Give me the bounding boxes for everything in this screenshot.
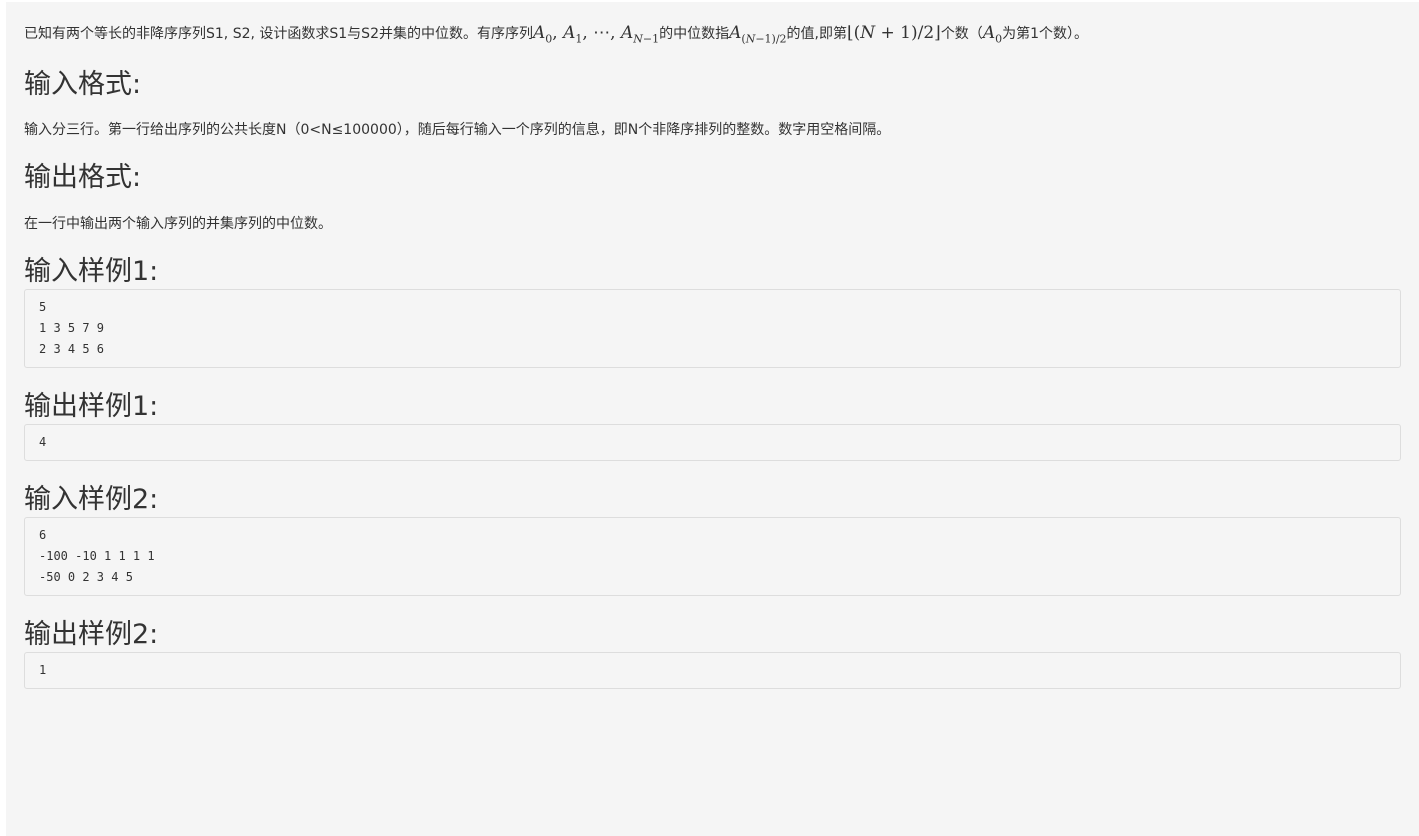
problem-page: 已知有两个等长的非降序序列S1, S2, 设计函数求S1与S2并集的中位数。有序… <box>6 2 1419 836</box>
median-formula: A(N−1)/2 <box>729 23 787 46</box>
output-format-text: 在一行中输出两个输入序列的并集序列的中位数。 <box>24 216 332 233</box>
input-format-heading: 输入格式: <box>24 69 142 101</box>
intro-text-mid2: 的值,即第 <box>786 26 847 42</box>
input-format-text: 输入分三行。第一行给出序列的公共长度N（0<N≤100000），随后每行输入一个… <box>24 122 891 139</box>
problem-description: 已知有两个等长的非降序序列S1, S2, 设计函数求S1与S2并集的中位数。有序… <box>24 22 1401 50</box>
sample-input-1-heading: 输入样例1: <box>24 256 159 288</box>
intro-text-mid3: 个数（ <box>940 26 983 42</box>
intro-text-after: 为第1个数）。 <box>1002 26 1089 42</box>
a0-formula: A0 <box>982 23 1003 46</box>
sample-input-2-code[interactable]: 6 -100 -10 1 1 1 1 -50 0 2 3 4 5 <box>24 517 1401 597</box>
sequence-formula: A0, A1, ⋯, AN−1 <box>532 23 660 46</box>
intro-text-mid1: 的中位数指 <box>659 26 730 42</box>
sample-output-1-heading: 输出样例1: <box>24 391 159 423</box>
sample-input-1-code[interactable]: 5 1 3 5 7 9 2 3 4 5 6 <box>24 289 1401 369</box>
sample-output-1-code[interactable]: 4 <box>24 424 1401 462</box>
sample-output-2-heading: 输出样例2: <box>24 619 159 651</box>
intro-text-before: 已知有两个等长的非降序序列S1, S2, 设计函数求S1与S2并集的中位数。有序… <box>24 26 533 42</box>
index-formula: ⌊(N + 1)/2⌋ <box>846 23 941 43</box>
sample-output-2-code[interactable]: 1 <box>24 652 1401 690</box>
output-format-heading: 输出格式: <box>24 162 142 194</box>
sample-input-2-heading: 输入样例2: <box>24 484 159 516</box>
